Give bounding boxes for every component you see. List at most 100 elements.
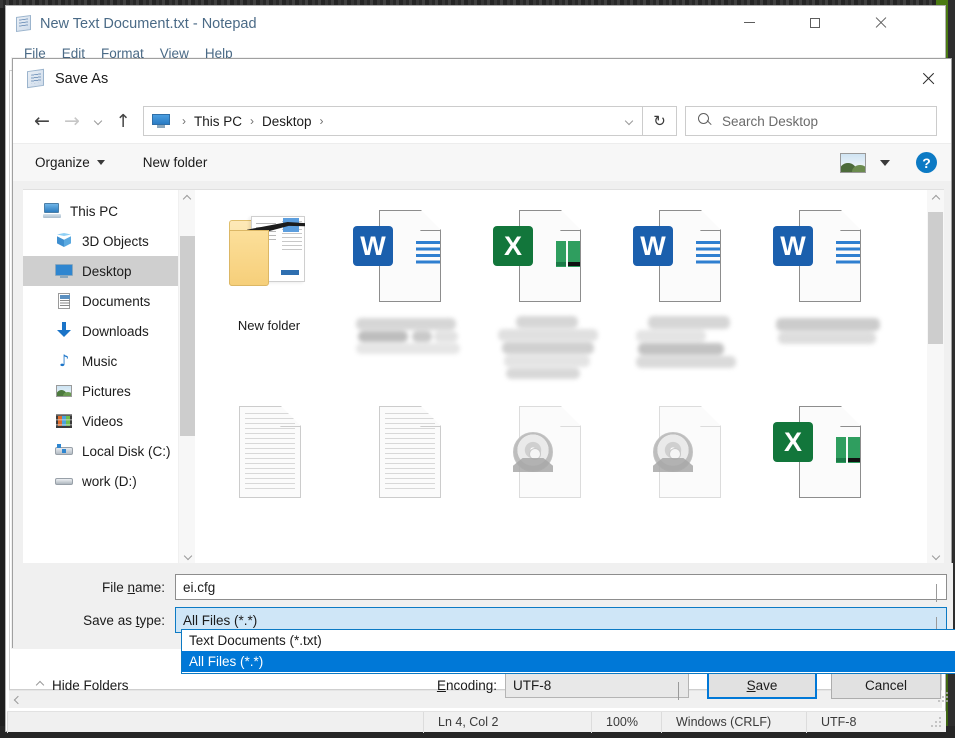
file-item-new-folder[interactable]: New folder	[199, 198, 339, 394]
status-zoom-level[interactable]: 100%	[591, 711, 661, 733]
back-button[interactable]: ←	[27, 106, 57, 136]
status-cursor-position[interactable]: Ln 4, Col 2	[423, 711, 591, 733]
file-item[interactable]: W	[759, 198, 899, 394]
navigation-pane-scrollbar[interactable]	[178, 190, 195, 564]
sidebar-item-music[interactable]: ♪ Music	[23, 346, 195, 376]
sidebar-item-downloads[interactable]: Downloads	[23, 316, 195, 346]
this-pc-icon	[152, 114, 170, 128]
save-button[interactable]: Save	[707, 671, 817, 699]
file-item[interactable]: W	[339, 198, 479, 394]
hide-folders-label: Hide Folders	[52, 677, 129, 693]
sidebar-item-desktop[interactable]: Desktop	[23, 256, 195, 286]
dialog-title: Save As	[55, 71, 109, 87]
minimize-icon	[743, 22, 755, 23]
recent-locations-button[interactable]	[87, 106, 109, 136]
status-line-ending[interactable]: Windows (CRLF)	[661, 711, 806, 733]
status-spacer	[7, 711, 423, 733]
cancel-button[interactable]: Cancel	[831, 671, 941, 699]
dialog-resize-grip[interactable]	[937, 692, 948, 703]
status-encoding[interactable]: UTF-8	[806, 711, 916, 733]
file-name-input[interactable]: ei.cfg	[175, 574, 947, 602]
address-bar[interactable]: › This PC › Desktop ›	[143, 106, 643, 136]
notepad-minimize-button[interactable]	[726, 6, 772, 39]
file-name-value: ei.cfg	[183, 579, 216, 595]
file-item[interactable]	[199, 394, 339, 564]
chevron-up-icon	[182, 194, 192, 203]
file-name-dropdown-button[interactable]	[936, 584, 937, 602]
new-folder-button[interactable]: New folder	[135, 152, 216, 173]
notepad-maximize-button[interactable]	[792, 6, 838, 39]
scroll-down-button[interactable]	[927, 547, 944, 564]
dialog-navigation-bar: ← → ↑ › This PC › Desktop › ↻ Search Des…	[13, 99, 951, 143]
sidebar-item-3d-objects[interactable]: 3D Objects	[23, 226, 195, 256]
sidebar-item-documents[interactable]: Documents	[23, 286, 195, 316]
drive-icon	[55, 442, 73, 460]
sidebar-item-work-d[interactable]: work (D:)	[23, 466, 195, 496]
documents-icon	[55, 292, 73, 310]
encoding-value: UTF-8	[513, 677, 552, 693]
change-view-button[interactable]	[840, 152, 866, 173]
file-item[interactable]	[479, 394, 619, 564]
dialog-command-bar: Organize New folder ?	[13, 143, 951, 181]
save-as-type-value: All Files (*.*)	[183, 612, 258, 628]
sidebar-item-this-pc[interactable]: This PC	[23, 196, 195, 226]
scroll-up-button[interactable]	[927, 190, 944, 207]
sidebar-item-label: Local Disk (C:)	[82, 443, 171, 459]
excel-badge: X	[773, 422, 813, 462]
notepad-title-bar[interactable]: New Text Document.txt - Notepad	[6, 6, 945, 42]
dialog-title-bar[interactable]: Save As	[13, 59, 951, 99]
forward-button[interactable]: →	[57, 106, 87, 136]
file-item[interactable]	[619, 394, 759, 564]
address-dropdown-button[interactable]	[624, 116, 634, 126]
dropdown-option-all-files[interactable]: All Files (*.*)	[182, 651, 955, 672]
save-label: Save	[746, 677, 778, 693]
sidebar-item-label: Desktop	[82, 263, 132, 279]
save-as-type-label: Save as type:	[83, 612, 165, 628]
view-options-chevron-down-icon[interactable]	[880, 159, 890, 166]
file-list-view[interactable]: New folder W X W W X	[195, 190, 944, 564]
chevron-down-icon	[93, 116, 103, 126]
file-list-scrollbar[interactable]	[927, 190, 944, 564]
sidebar-item-local-disk-c[interactable]: Local Disk (C:)	[23, 436, 195, 466]
chevron-down-icon	[96, 160, 105, 165]
file-item[interactable]: X	[759, 394, 899, 564]
search-input[interactable]: Search Desktop	[722, 114, 818, 129]
chevron-down-icon	[183, 551, 192, 560]
chevron-down-icon	[624, 116, 634, 126]
up-one-level-button[interactable]: ↑	[109, 106, 137, 136]
organize-button[interactable]: Organize	[27, 152, 113, 173]
dialog-close-button[interactable]	[905, 59, 951, 97]
hide-folders-button[interactable]: Hide Folders	[35, 677, 129, 693]
notepad-close-button[interactable]	[858, 6, 904, 39]
sidebar-item-pictures[interactable]: Pictures	[23, 376, 195, 406]
dropdown-option-text-documents[interactable]: Text Documents (*.txt)	[182, 630, 955, 651]
breadcrumb-this-pc[interactable]: This PC	[192, 114, 244, 129]
encoding-combobox[interactable]: UTF-8	[505, 672, 689, 700]
videos-icon	[55, 412, 73, 430]
encoding-label: Encoding:	[436, 677, 497, 693]
word-document-icon: W	[633, 202, 737, 312]
notepad-title: New Text Document.txt - Notepad	[40, 16, 257, 32]
refresh-button[interactable]: ↻	[643, 106, 677, 136]
text-document-icon	[221, 398, 317, 508]
file-item[interactable]	[339, 394, 479, 564]
file-item[interactable]: X	[479, 198, 619, 394]
file-name-label: File name:	[101, 579, 165, 595]
file-item[interactable]: W	[619, 198, 759, 394]
sidebar-item-videos[interactable]: Videos	[23, 406, 195, 436]
help-button[interactable]: ?	[916, 152, 937, 173]
notepad-resize-grip[interactable]	[930, 717, 941, 728]
music-icon: ♪	[59, 351, 70, 370]
arrow-up-icon: ↑	[115, 110, 131, 132]
arrow-left-icon: ←	[34, 109, 50, 132]
file-item-label-redacted	[634, 316, 744, 386]
encoding-dropdown-button[interactable]	[678, 682, 679, 700]
breadcrumb-desktop[interactable]: Desktop	[260, 114, 314, 129]
scroll-down-button[interactable]	[179, 547, 196, 564]
search-box[interactable]: Search Desktop	[685, 106, 937, 136]
scroll-up-button[interactable]	[179, 190, 195, 207]
this-pc-icon	[43, 202, 61, 220]
scrollbar-thumb[interactable]	[180, 236, 195, 436]
scrollbar-thumb[interactable]	[928, 212, 943, 344]
save-as-type-dropdown-list[interactable]: Text Documents (*.txt) All Files (*.*)	[181, 629, 955, 674]
